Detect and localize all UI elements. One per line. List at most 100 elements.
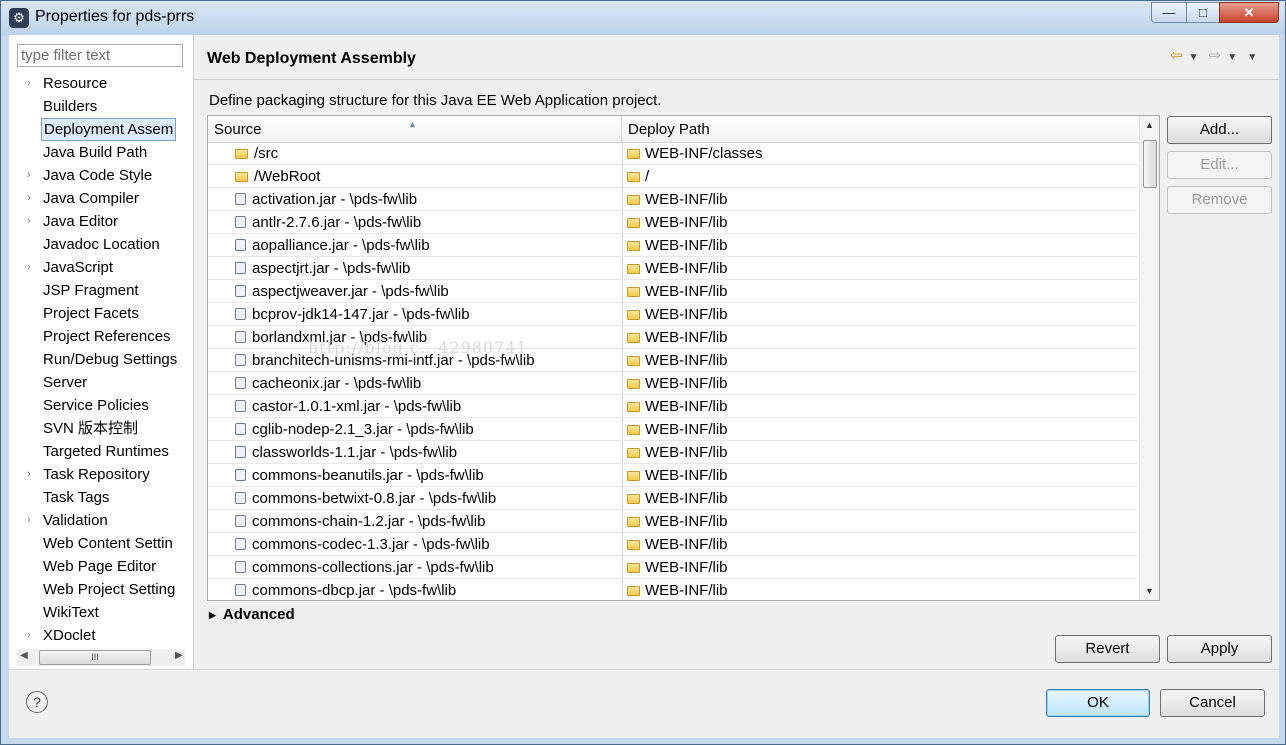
folder-icon [627, 586, 640, 596]
sidebar-item[interactable]: Task Tags [9, 486, 193, 509]
view-menu-icon[interactable]: ▼ [1247, 52, 1257, 63]
sidebar-item[interactable]: Targeted Runtimes [9, 440, 193, 463]
table-row[interactable]: commons-codec-1.3.jar - \pds-fw\lib WEB-I… [208, 533, 1138, 556]
sidebar-item[interactable]: Service Policies [9, 394, 193, 417]
folder-icon [627, 494, 640, 504]
sidebar-item[interactable]: Builders [9, 95, 193, 118]
table-row[interactable]: cglib-nodep-2.1_3.jar - \pds-fw\lib WEB-I… [208, 418, 1138, 441]
table-row[interactable]: activation.jar - \pds-fw\lib WEB-INF/lib [208, 188, 1138, 211]
forward-arrow-icon[interactable]: ⇨ [1209, 47, 1222, 64]
folder-icon [627, 287, 640, 297]
sidebar-horizontal-scrollbar[interactable]: ◀ III ▶ [17, 649, 185, 666]
sidebar-item[interactable]: Java Build Path [9, 141, 193, 164]
close-button[interactable]: ✕ [1219, 2, 1279, 23]
expand-arrow-icon[interactable]: › [27, 187, 31, 210]
edit-button[interactable]: Edit... [1167, 151, 1272, 179]
table-row[interactable]: borlandxml.jar - \pds-fw\lib WEB-INF/lib [208, 326, 1138, 349]
table-row[interactable]: commons-chain-1.2.jar - \pds-fw\lib WEB-I… [208, 510, 1138, 533]
sidebar-item[interactable]: Project References [9, 325, 193, 348]
apply-button[interactable]: Apply [1167, 635, 1272, 663]
jar-icon [235, 561, 246, 573]
expand-arrow-icon[interactable]: › [27, 164, 31, 187]
expand-arrow-icon[interactable]: › [27, 72, 31, 95]
table-row[interactable]: castor-1.0.1-xml.jar - \pds-fw\lib WEB-IN… [208, 395, 1138, 418]
forward-menu-icon[interactable]: ▼ [1227, 52, 1237, 63]
source-cell: commons-dbcp.jar - \pds-fw\lib [235, 579, 621, 600]
folder-icon [627, 540, 640, 550]
sidebar-item[interactable]: Javadoc Location [9, 233, 193, 256]
table-row[interactable]: commons-dbcp.jar - \pds-fw\lib WEB-INF/li… [208, 579, 1139, 600]
sidebar-item[interactable]: Project Facets [9, 302, 193, 325]
expand-arrow-icon[interactable]: › [27, 256, 31, 279]
expand-arrow-icon[interactable]: › [27, 624, 31, 647]
table-row[interactable]: commons-collections.jar - \pds-fw\lib WEB… [208, 556, 1138, 579]
back-arrow-icon[interactable]: ⇦ [1170, 47, 1183, 64]
deploy-path-text: WEB-INF/lib [645, 283, 728, 300]
sidebar-item[interactable]: › Java Editor [9, 210, 193, 233]
scroll-right-arrow-icon[interactable]: ▶ [175, 650, 183, 661]
table-row[interactable]: commons-betwixt-0.8.jar - \pds-fw\lib WEB… [208, 487, 1138, 510]
source-cell: commons-chain-1.2.jar - \pds-fw\lib [235, 510, 621, 532]
sidebar-item[interactable]: › Java Compiler [9, 187, 193, 210]
table-row[interactable]: bcprov-jdk14-147.jar - \pds-fw\lib WEB-IN… [208, 303, 1138, 326]
back-menu-icon[interactable]: ▼ [1189, 52, 1199, 63]
remove-button[interactable]: Remove [1167, 186, 1272, 214]
sidebar-item[interactable]: JSP Fragment [9, 279, 193, 302]
sidebar-item[interactable]: › JavaScript [9, 256, 193, 279]
table-row[interactable]: /WebRoot / [208, 165, 1138, 188]
sidebar-item[interactable]: Web Project Setting [9, 578, 193, 601]
sidebar-item[interactable]: Run/Debug Settings [9, 348, 193, 371]
sidebar-item[interactable]: › Validation [9, 509, 193, 532]
sidebar-item[interactable]: Web Content Settin [9, 532, 193, 555]
deploy-path-cell: WEB-INF/classes [622, 142, 1139, 164]
table-row[interactable]: classworlds-1.1.jar - \pds-fw\lib WEB-INF… [208, 441, 1138, 464]
cancel-button[interactable]: Cancel [1160, 689, 1265, 717]
scroll-up-arrow-icon[interactable]: ▲ [1145, 120, 1154, 130]
maximize-button[interactable]: □ [1186, 2, 1220, 23]
expand-arrow-icon[interactable]: › [27, 509, 31, 532]
scroll-down-arrow-icon[interactable]: ▼ [1145, 586, 1154, 596]
sidebar-item[interactable]: Server [9, 371, 193, 394]
advanced-section-toggle[interactable]: ▶ Advanced [209, 606, 295, 623]
column-header-deploy-path[interactable]: Deploy Path [622, 116, 1138, 142]
expand-arrow-icon[interactable]: › [27, 463, 31, 486]
source-cell: commons-codec-1.3.jar - \pds-fw\lib [235, 533, 621, 555]
revert-button[interactable]: Revert [1055, 635, 1160, 663]
sidebar-item-label: SVN 版本控制 [43, 420, 139, 437]
source-cell: aspectjweaver.jar - \pds-fw\lib [235, 280, 621, 302]
table-row[interactable]: branchitech-unisms-rmi-intf.jar - \pds-f… [208, 349, 1138, 372]
source-text: branchitech-unisms-rmi-intf.jar - \pds-f… [252, 352, 535, 369]
deploy-path-cell: WEB-INF/lib [622, 349, 1139, 371]
table-row[interactable]: commons-beanutils.jar - \pds-fw\lib WEB-I… [208, 464, 1138, 487]
sidebar-item-label: Javadoc Location [43, 236, 160, 253]
sidebar-item[interactable]: SVN 版本控制 [9, 417, 193, 440]
deploy-path-cell: WEB-INF/lib [622, 579, 1139, 600]
table-vertical-scrollbar[interactable]: ▲ ▼ [1139, 116, 1159, 600]
sidebar-item[interactable]: › Task Repository [9, 463, 193, 486]
sidebar-item[interactable]: › XDoclet [9, 624, 193, 647]
table-row[interactable]: aopalliance.jar - \pds-fw\lib WEB-INF/lib [208, 234, 1138, 257]
scroll-thumb[interactable]: III [39, 650, 151, 665]
table-row[interactable]: aspectjrt.jar - \pds-fw\lib WEB-INF/lib [208, 257, 1138, 280]
table-row[interactable]: /src WEB-INF/classes [208, 142, 1138, 165]
table-row[interactable]: aspectjweaver.jar - \pds-fw\lib WEB-INF/l… [208, 280, 1138, 303]
add-button[interactable]: Add... [1167, 116, 1272, 144]
minimize-button[interactable]: — [1151, 2, 1187, 23]
jar-icon [235, 423, 246, 435]
ok-button[interactable]: OK [1046, 689, 1150, 717]
sidebar-item[interactable]: Web Page Editor [9, 555, 193, 578]
sidebar-item[interactable]: › Java Code Style [9, 164, 193, 187]
column-header-source[interactable]: Source ▲ [208, 116, 622, 142]
table-row[interactable]: cacheonix.jar - \pds-fw\lib WEB-INF/lib [208, 372, 1138, 395]
sidebar-item[interactable]: WikiText [9, 601, 193, 624]
scroll-thumb[interactable] [1143, 140, 1157, 188]
filter-input[interactable] [17, 44, 183, 67]
scroll-left-arrow-icon[interactable]: ◀ [20, 650, 28, 661]
sidebar-item[interactable]: Deployment Assem [9, 118, 193, 141]
expand-arrow-icon[interactable]: › [27, 210, 31, 233]
deploy-path-text: WEB-INF/lib [645, 467, 728, 484]
help-icon[interactable]: ? [26, 691, 48, 713]
assembly-table: Source ▲ Deploy Path /src WEB-INF/classes… [207, 115, 1160, 601]
table-row[interactable]: antlr-2.7.6.jar - \pds-fw\lib WEB-INF/lib [208, 211, 1138, 234]
sidebar-item[interactable]: › Resource [9, 72, 193, 95]
